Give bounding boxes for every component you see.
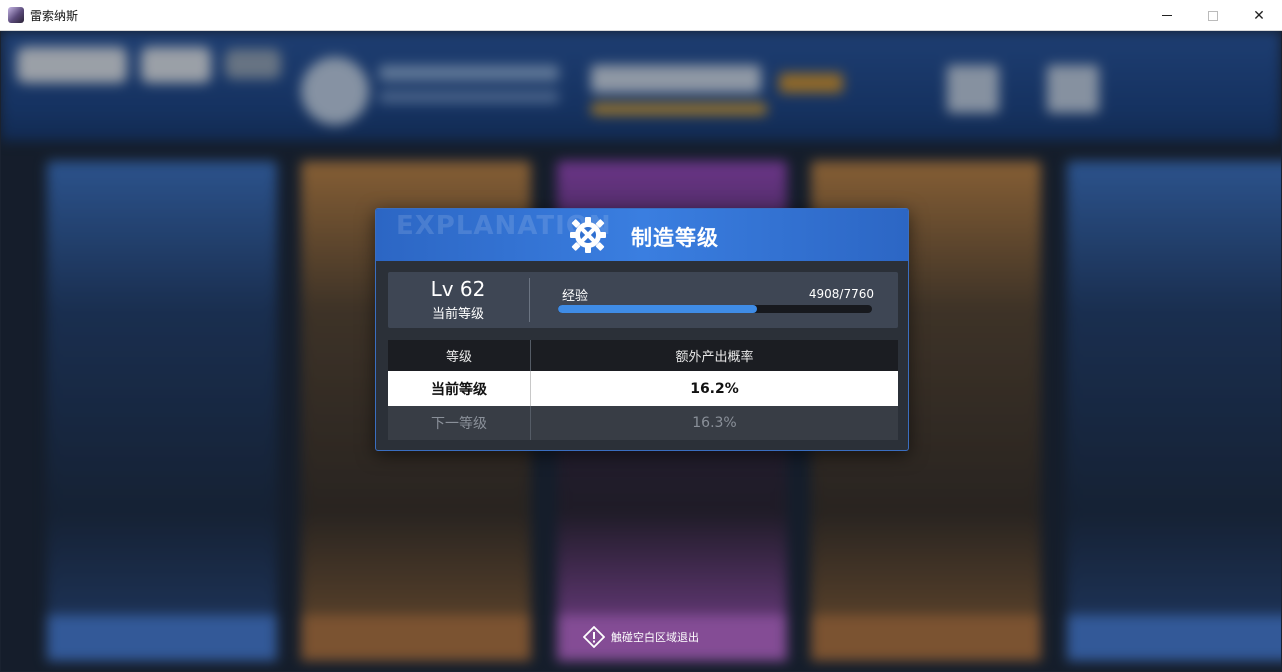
gear-wrench-icon xyxy=(570,217,606,253)
row-level-label: 下一等级 xyxy=(431,416,487,432)
column-header-rate: 额外产出概率 xyxy=(530,340,898,371)
table-row-current: 当前等级 16.2% xyxy=(388,371,898,406)
dialog-title: 制造等级 xyxy=(631,226,719,250)
warning-icon xyxy=(583,626,605,648)
game-viewport[interactable]: EXPLANATION 制造等级 Lv 62 当前等级 经验 4908/7760… xyxy=(1,31,1281,671)
row-level-label: 当前等级 xyxy=(431,381,487,398)
current-level-caption: 当前等级 xyxy=(431,307,484,322)
experience-bar xyxy=(558,305,872,313)
minimize-button[interactable] xyxy=(1144,0,1190,31)
window-title: 雷索纳斯 xyxy=(30,9,79,23)
column-header-level: 等级 xyxy=(445,350,472,365)
row-rate-value: 16.3% xyxy=(530,406,898,440)
table-header-row: 等级 额外产出概率 xyxy=(388,340,898,371)
manufacture-level-dialog: EXPLANATION 制造等级 Lv 62 当前等级 经验 4908/7760… xyxy=(375,208,909,451)
table-row-next: 下一等级 16.3% xyxy=(388,406,898,440)
app-icon xyxy=(8,7,24,23)
hint-text: 触碰空白区域退出 xyxy=(611,631,699,644)
experience-bar-fill xyxy=(558,305,757,313)
minimize-icon xyxy=(1162,15,1172,16)
window-titlebar: 雷索纳斯 ✕ xyxy=(0,0,1282,31)
bonus-rate-table: 等级 额外产出概率 当前等级 16.2% 下一等级 16.3% xyxy=(388,340,898,440)
dialog-header: EXPLANATION 制造等级 xyxy=(376,209,908,261)
divider xyxy=(529,278,530,322)
tap-to-exit-hint: 触碰空白区域退出 xyxy=(583,626,699,648)
close-icon: ✕ xyxy=(1253,7,1265,24)
close-button[interactable]: ✕ xyxy=(1236,0,1282,31)
experience-label: 经验 xyxy=(562,289,589,304)
row-rate-value: 16.2% xyxy=(530,371,898,406)
maximize-icon xyxy=(1208,10,1218,21)
maximize-button[interactable] xyxy=(1190,0,1236,31)
current-level-value: Lv 62 xyxy=(430,277,486,301)
level-panel: Lv 62 当前等级 经验 4908/7760 xyxy=(388,272,898,328)
experience-value: 4908/7760 xyxy=(808,287,874,301)
